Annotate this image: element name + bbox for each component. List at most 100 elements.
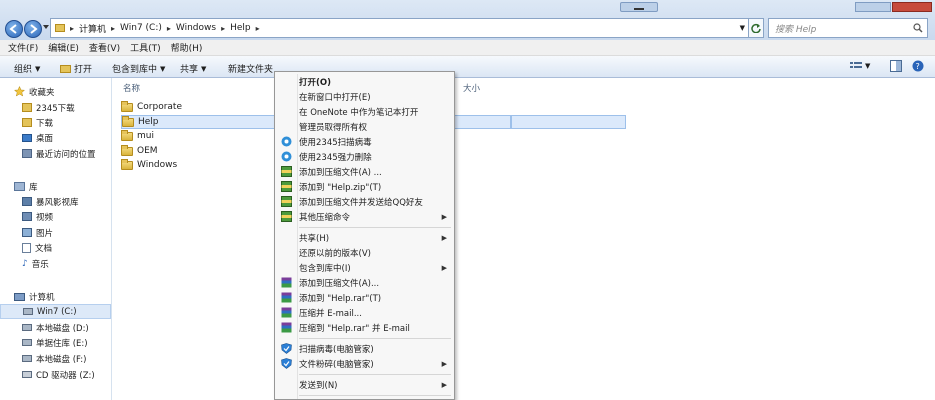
ctx-share[interactable]: 共享(H) ▶	[277, 230, 453, 245]
ctx-label: 压缩并 E-mail...	[299, 308, 362, 319]
breadcrumb-help[interactable]: Help	[230, 23, 251, 33]
breadcrumb-separator-icon[interactable]: ▸	[70, 24, 74, 33]
ctx-rar-compress-email[interactable]: 压缩并 E-mail...	[277, 305, 453, 320]
ctx-restore-versions[interactable]: 还原以前的版本(V)	[277, 245, 453, 260]
ctx-add-archive[interactable]: 添加到压缩文件(A) ...	[277, 164, 453, 179]
video-icon	[22, 212, 32, 221]
menu-file[interactable]: 文件(F)	[6, 41, 46, 54]
archive-icon	[281, 196, 292, 207]
ctx-rar-compress-help-email[interactable]: 压缩到 "Help.rar" 并 E-mail	[277, 320, 453, 335]
ctx-open-new-window[interactable]: 在新窗口中打开(E)	[277, 89, 453, 104]
nav-item-label: 本地磁盘 (D:)	[36, 323, 89, 334]
ctx-archive-send-qq[interactable]: 添加到压缩文件并发送给QQ好友	[277, 194, 453, 209]
open-button[interactable]: 打开	[60, 62, 92, 75]
help-icon: ?	[912, 60, 924, 72]
view-options-button[interactable]: ▼	[850, 61, 870, 71]
library-icon	[14, 182, 25, 191]
menu-tools[interactable]: 工具(T)	[128, 41, 169, 54]
ctx-add-zip[interactable]: 添加到 "Help.zip"(T)	[277, 179, 453, 194]
recent-places-icon	[22, 149, 32, 158]
view-list-icon	[850, 62, 862, 68]
ctx-label: 还原以前的版本(V)	[299, 248, 371, 259]
nav-libraries[interactable]: 库	[14, 179, 125, 194]
nav-item-label: 图片	[36, 228, 54, 239]
column-header-size[interactable]: 大小	[463, 82, 480, 94]
organize-label: 组织	[14, 65, 33, 75]
breadcrumb-separator-icon[interactable]: ▸	[256, 24, 260, 33]
guard-icon	[281, 358, 292, 369]
ctx-2345-scan[interactable]: 使用2345扫描病毒	[277, 134, 453, 149]
nav-item-label: 桌面	[36, 133, 54, 144]
nav-favorites-label: 收藏夹	[29, 87, 55, 98]
nav-item-label: 文档	[35, 243, 53, 254]
ctx-2345-delete[interactable]: 使用2345强力删除	[277, 149, 453, 164]
search-icon[interactable]	[913, 23, 923, 33]
address-dropdown-icon[interactable]: ▼	[740, 24, 745, 32]
breadcrumb-separator-icon[interactable]: ▸	[111, 24, 115, 33]
ctx-take-ownership[interactable]: 管理员取得所有权	[277, 119, 453, 134]
help-button[interactable]: ?	[912, 60, 924, 72]
column-header-name[interactable]: 名称	[123, 82, 140, 94]
breadcrumb-drive[interactable]: Win7 (C:)	[120, 23, 162, 33]
cd-drive-icon	[22, 371, 32, 378]
close-button[interactable]	[892, 2, 932, 12]
ctx-guard-shred[interactable]: 文件粉碎(电脑管家) ▶	[277, 356, 453, 371]
minimize-icon[interactable]	[634, 8, 644, 10]
download-folder-icon	[22, 118, 32, 127]
guard-icon	[281, 343, 292, 354]
ctx-label: 添加到压缩文件(A)...	[299, 278, 380, 289]
chevron-down-icon[interactable]	[43, 25, 49, 30]
organize-button[interactable]: 组织 ▼	[14, 62, 41, 76]
folder-icon	[122, 115, 134, 127]
file-name: mui	[137, 131, 154, 141]
ctx-open[interactable]: 打开(O)	[277, 74, 453, 89]
ctx-send-to[interactable]: 发送到(N) ▶	[277, 377, 453, 392]
refresh-button[interactable]	[748, 18, 764, 38]
submenu-arrow-icon: ▶	[441, 212, 447, 221]
ctx-label: 使用2345强力删除	[299, 152, 372, 163]
submenu-arrow-icon: ▶	[441, 233, 447, 242]
preview-pane-button[interactable]	[890, 60, 902, 72]
breadcrumb-computer[interactable]: 计算机	[79, 22, 106, 35]
nav-item-label: 单据住库 (E:)	[36, 338, 88, 349]
ctx-rar-add-archive[interactable]: 添加到压缩文件(A)...	[277, 275, 453, 290]
caret-down-icon: ▼	[35, 64, 41, 73]
ctx-include-library[interactable]: 包含到库中(I) ▶	[277, 260, 453, 275]
arrow-left-icon	[9, 24, 17, 34]
search-placeholder: 搜索 Help	[775, 24, 817, 35]
new-folder-button[interactable]: 新建文件夹	[228, 62, 273, 75]
search-input[interactable]: 搜索 Help	[768, 18, 928, 38]
star-icon	[14, 86, 25, 97]
command-bar: 组织 ▼ 打开 包含到库中 ▼ 共享 ▼ 新建文件夹 ▼ ?	[0, 56, 935, 78]
breadcrumb-separator-icon[interactable]: ▸	[167, 24, 171, 33]
ctx-rar-add-help-rar[interactable]: 添加到 "Help.rar"(T)	[277, 290, 453, 305]
selection-highlight	[511, 115, 626, 129]
menu-view[interactable]: 查看(V)	[87, 41, 128, 54]
nav-item-label: 暴风影视库	[36, 197, 79, 208]
ctx-label: 添加到 "Help.zip"(T)	[299, 182, 382, 193]
back-button[interactable]	[5, 20, 23, 38]
include-in-library-button[interactable]: 包含到库中 ▼	[112, 62, 165, 76]
ctx-guard-scan[interactable]: 扫描病毒(电脑管家)	[277, 341, 453, 356]
breadcrumb-windows[interactable]: Windows	[176, 23, 216, 33]
winrar-icon	[281, 322, 292, 333]
address-path[interactable]: ▸ 计算机 ▸ Win7 (C:) ▸ Windows ▸ Help ▸ ▼	[50, 18, 750, 38]
nav-item-drive-c[interactable]: Win7 (C:)	[0, 304, 111, 319]
share-button[interactable]: 共享 ▼	[180, 62, 206, 76]
winrar-icon	[281, 277, 292, 288]
computer-icon	[14, 292, 25, 301]
ctx-open-onenote[interactable]: 在 OneNote 中作为笔记本打开	[277, 104, 453, 119]
ctx-label: 在新窗口中打开(E)	[299, 92, 371, 103]
forward-button[interactable]	[24, 20, 42, 38]
menu-help[interactable]: 帮助(H)	[169, 41, 211, 54]
ctx-other-compress[interactable]: 其他压缩命令 ▶	[277, 209, 453, 224]
menu-edit[interactable]: 编辑(E)	[46, 41, 87, 54]
breadcrumb-separator-icon[interactable]: ▸	[221, 24, 225, 33]
nav-favorites[interactable]: 收藏夹	[14, 84, 125, 99]
file-name: Corporate	[137, 102, 182, 112]
ctx-label: 添加到压缩文件(A) ...	[299, 167, 382, 178]
nav-computer[interactable]: 计算机	[14, 289, 125, 304]
maximize-button[interactable]	[855, 2, 891, 12]
ctx-label: 压缩到 "Help.rar" 并 E-mail	[299, 323, 410, 334]
archive-icon	[281, 211, 292, 222]
